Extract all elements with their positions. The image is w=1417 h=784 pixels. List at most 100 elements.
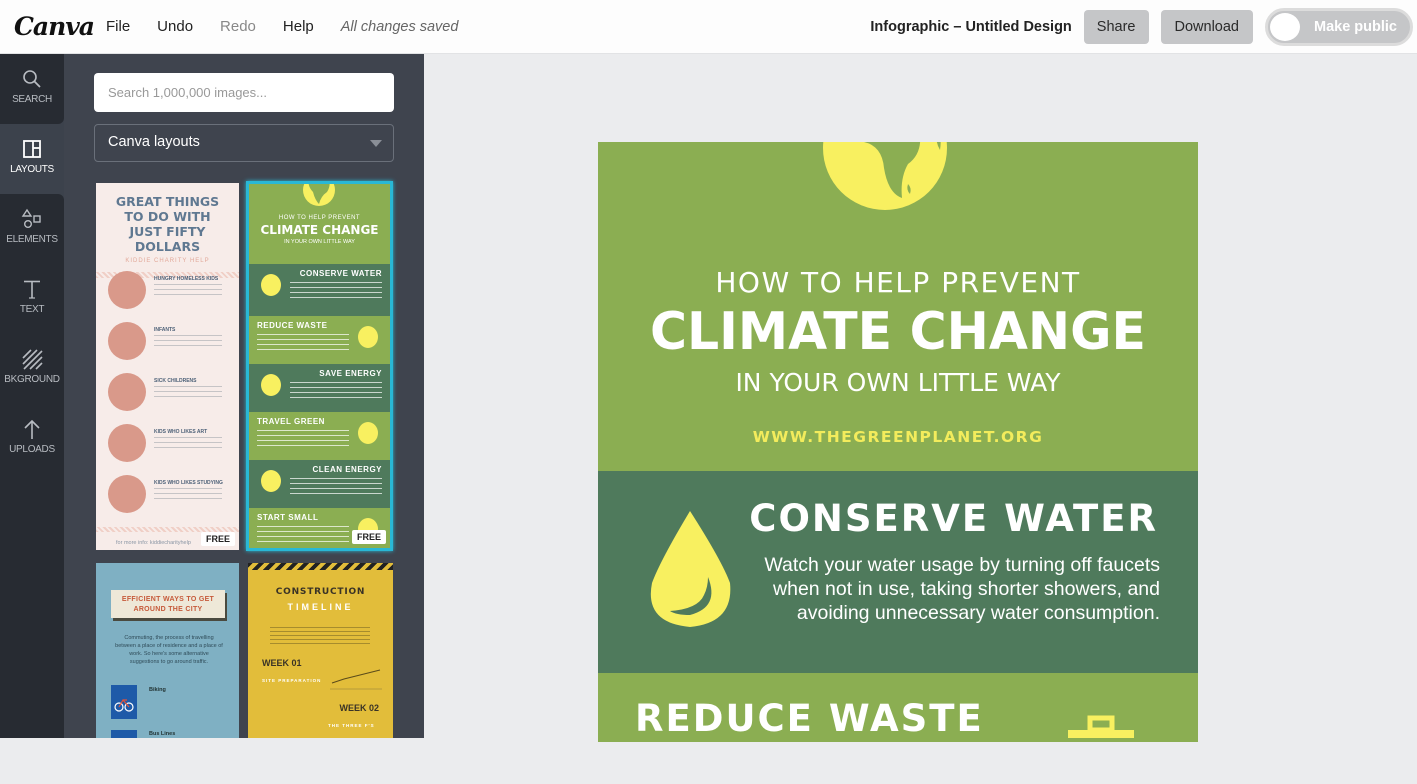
canva-logo[interactable]: Canva <box>14 12 106 41</box>
menu-redo[interactable]: Redo <box>220 18 256 35</box>
download-button[interactable]: Download <box>1160 10 1253 44</box>
nav-text[interactable]: TEXT <box>0 264 64 334</box>
globe-icon[interactable] <box>822 142 948 211</box>
list-item-title: CLEAN ENERGY <box>312 465 382 474</box>
list-item: INFANTS <box>96 322 239 366</box>
week-01-label: WEEK 01 <box>262 658 302 668</box>
template-title: GREAT THINGS TO DO WITH JUST FIFTY DOLLA… <box>115 194 220 254</box>
mini-line-chart <box>330 669 382 690</box>
list-item-body <box>154 437 222 451</box>
week-02-label: WEEK 02 <box>339 703 379 713</box>
template-subtitle: TIMELINE <box>287 602 354 612</box>
nav-background[interactable]: BKGROUND <box>0 334 64 404</box>
nav-empty-area <box>0 474 64 738</box>
make-public-label: Make public <box>1314 19 1397 35</box>
list-item-body <box>257 334 349 350</box>
list-item-title: SAVE ENERGY <box>319 369 382 378</box>
design-url[interactable]: WWW.THEGREENPLANET.ORG <box>598 428 1198 446</box>
item-icon-badge <box>108 424 146 462</box>
nav-uploads[interactable]: UPLOADS <box>0 404 64 474</box>
design-page[interactable]: HOW TO HELP PREVENT CLIMATE CHANGE IN YO… <box>598 142 1198 742</box>
nav-search[interactable]: SEARCH <box>0 54 64 124</box>
header-section: HOW TO HELP PREVENT CLIMATE CHANGE IN YO… <box>598 142 1198 471</box>
canvas-area: HOW TO HELP PREVENT CLIMATE CHANGE IN YO… <box>424 54 1417 742</box>
elements-icon <box>21 208 41 228</box>
document-title[interactable]: Infographic – Untitled Design <box>870 19 1071 35</box>
nav-uploads-label: UPLOADS <box>9 444 55 455</box>
list-item-body <box>290 282 382 298</box>
top-bar: Canva File Undo Redo Help All changes sa… <box>0 0 1417 54</box>
share-button[interactable]: Share <box>1083 10 1149 44</box>
side-nav: SEARCH LAYOUTS ELEMENTS TEXT BKGROUND UP… <box>0 54 64 738</box>
free-badge: FREE <box>200 532 235 546</box>
list-item-body <box>257 430 349 446</box>
nav-layouts-label: LAYOUTS <box>10 164 54 175</box>
nav-layouts[interactable]: LAYOUTS <box>0 124 64 194</box>
site-prep-label: SITE PREPARATION <box>262 678 322 683</box>
menu-help[interactable]: Help <box>283 18 314 35</box>
list-item-title: KIDS WHO LIKES ART <box>154 429 208 435</box>
menu-file[interactable]: File <box>106 18 130 35</box>
design-title[interactable]: CLIMATE CHANGE <box>607 302 1189 362</box>
item-icon <box>358 422 378 444</box>
template-thumbnail-commute[interactable]: EFFICIENT WAYS TO GET AROUND THE CITY Co… <box>96 563 239 738</box>
bicycle-icon <box>114 698 134 712</box>
template-intro: Commuting, the process of travelling bet… <box>115 635 223 665</box>
water-drop-icon[interactable] <box>650 511 734 629</box>
section-body[interactable]: Watch your water usage by turning off fa… <box>760 553 1160 625</box>
menu-undo[interactable]: Undo <box>157 18 193 35</box>
template-title: CONSTRUCTION <box>275 587 366 597</box>
template-title: CLIMATE CHANGE <box>260 223 379 237</box>
make-public-toggle[interactable]: Make public <box>1265 8 1413 46</box>
search-images-input[interactable] <box>94 73 394 112</box>
list-item-body <box>257 526 349 542</box>
design-subtitle[interactable]: IN YOUR OWN LITTLE WAY <box>598 368 1198 397</box>
list-item-title: CONSERVE WATER <box>299 269 382 278</box>
list-item: TRAVEL GREEN <box>249 412 390 460</box>
layout-filter-value: Canva layouts <box>108 134 200 150</box>
nav-search-label: SEARCH <box>12 94 52 105</box>
chevron-down-icon <box>370 140 382 147</box>
conserve-water-section: CONSERVE WATER Watch your water usage by… <box>598 471 1198 673</box>
list-item: REDUCE WASTE <box>249 316 390 364</box>
reduce-waste-section: REDUCE WASTE <box>598 673 1198 742</box>
template-thumbnail-charity[interactable]: GREAT THINGS TO DO WITH JUST FIFTY DOLLA… <box>96 183 239 550</box>
template-subtitle: KIDDIE CHARITY HELP <box>125 258 210 264</box>
bike-icon-tile <box>111 685 137 719</box>
save-status: All changes saved <box>340 18 459 35</box>
nav-elements-label: ELEMENTS <box>6 234 58 245</box>
upload-icon <box>24 419 40 439</box>
list-item: CONSERVE WATER <box>249 264 390 316</box>
list-item-title: SICK CHILDRENS <box>154 378 197 384</box>
item-icon-badge <box>108 475 146 513</box>
list-item: HUNGRY HOMELESS KIDS <box>96 271 239 315</box>
section-title[interactable]: CONSERVE WATER <box>749 497 1158 540</box>
template-footer: for more info: kiddiecharityhelp <box>116 540 191 546</box>
item-icon <box>358 326 378 348</box>
layout-filter-select[interactable]: Canva layouts <box>94 124 394 162</box>
list-item: SAVE ENERGY <box>249 364 390 412</box>
three-fs-label: THE THREE F'S <box>328 723 375 728</box>
design-pretitle[interactable]: HOW TO HELP PREVENT <box>598 266 1198 299</box>
list-item: KIDS WHO LIKES STUDYING <box>96 475 239 519</box>
background-icon <box>22 349 43 370</box>
template-thumbnail-climate[interactable]: HOW TO HELP PREVENT CLIMATE CHANGE IN YO… <box>246 181 393 551</box>
list-item-title: HUNGRY HOMELESS KIDS <box>154 276 219 282</box>
nav-elements[interactable]: ELEMENTS <box>0 194 64 264</box>
toggle-knob <box>1270 13 1300 41</box>
template-intro-lines <box>270 627 370 647</box>
list-item-body <box>154 488 222 502</box>
item-icon-badge <box>108 271 146 309</box>
free-badge: FREE <box>351 530 386 544</box>
section-title[interactable]: REDUCE WASTE <box>635 697 984 740</box>
bus-icon-tile <box>111 730 137 738</box>
item-icon <box>261 470 281 492</box>
template-title: EFFICIENT WAYS TO GET AROUND THE CITY <box>111 590 225 618</box>
list-item: KIDS WHO LIKES ART <box>96 424 239 468</box>
template-thumbnail-construction[interactable]: CONSTRUCTION TIMELINE WEEK 01 SITE PREPA… <box>248 563 393 738</box>
list-item: CLEAN ENERGY <box>249 460 390 508</box>
list-item-title: INFANTS <box>154 327 176 333</box>
template-pretitle: HOW TO HELP PREVENT <box>278 215 361 221</box>
hazard-stripe <box>248 563 393 570</box>
list-item-title: Biking <box>149 687 166 693</box>
